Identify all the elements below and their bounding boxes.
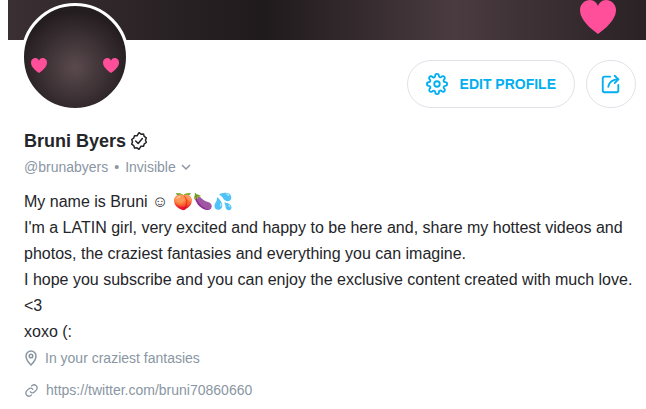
avatar[interactable]: [21, 3, 129, 111]
heart-icon: [102, 58, 120, 74]
link-row[interactable]: https://twitter.com/bruni70860660: [24, 380, 634, 400]
share-button[interactable]: [586, 60, 636, 108]
edit-profile-label: EDIT PROFILE: [460, 76, 556, 92]
heart-icon: [578, 0, 618, 36]
bio: My name is Bruni ☺ 🍑🍆💦I'm a LATIN girl, …: [24, 189, 634, 345]
name-row: Bruni Byers: [24, 129, 634, 153]
bio-line: My name is Bruni ☺ 🍑🍆💦: [24, 189, 634, 215]
bio-line: I hope you subscribe and you can enjoy t…: [24, 267, 634, 319]
gear-icon: [426, 73, 448, 95]
link-icon: [24, 383, 39, 398]
link-text[interactable]: https://twitter.com/bruni70860660: [46, 380, 252, 400]
bio-line: xoxo (:: [24, 319, 634, 345]
handle-row: @brunabyers • Invisible: [24, 157, 634, 177]
edit-profile-button[interactable]: EDIT PROFILE: [407, 60, 575, 108]
location-pin-icon: [24, 350, 38, 366]
status-label: Invisible: [125, 157, 176, 177]
profile-name: Bruni Byers: [24, 129, 126, 153]
profile-page: EDIT PROFILE Bruni Byers @brunabyers • Invis…: [0, 0, 646, 409]
separator: •: [114, 157, 119, 177]
location-row: In your craziest fantasies: [24, 348, 634, 368]
location-text: In your craziest fantasies: [45, 348, 200, 368]
chevron-down-icon: [180, 161, 192, 173]
bio-line: I'm a LATIN girl, very excited and happy…: [24, 215, 634, 267]
share-icon: [600, 73, 622, 95]
verified-icon: [129, 131, 149, 151]
profile-info: Bruni Byers @brunabyers • Invisible My name …: [0, 108, 646, 400]
profile-handle: @brunabyers: [24, 157, 108, 177]
status-dropdown[interactable]: Invisible: [125, 157, 192, 177]
heart-icon: [30, 58, 48, 74]
profile-header: EDIT PROFILE: [0, 0, 646, 108]
